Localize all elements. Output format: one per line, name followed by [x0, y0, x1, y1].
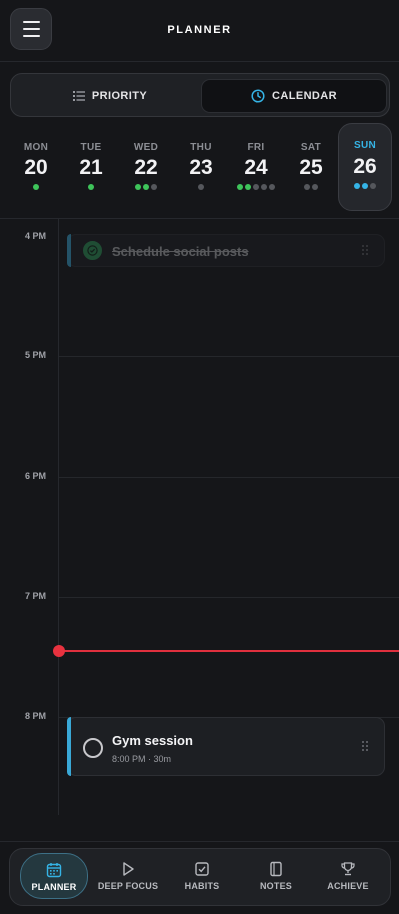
nav-achieve[interactable]: ACHIEVE [313, 849, 383, 905]
task-dot [135, 184, 141, 190]
nav-label: NOTES [259, 881, 292, 891]
page-title: PLANNER [167, 24, 232, 36]
task-dot [304, 184, 310, 190]
hour-row: 6 PM [0, 471, 399, 481]
day-tue[interactable]: TUE 21 [65, 124, 117, 214]
task-dot [88, 184, 94, 190]
clock-icon [251, 89, 265, 103]
nav-label: PLANNER [31, 882, 77, 892]
calendar-tab-label: CALENDAR [272, 90, 337, 102]
nav-deep-focus[interactable]: DEEP FOCUS [93, 849, 163, 905]
task-dots [120, 184, 172, 190]
task-dot [261, 184, 267, 190]
event-title: Schedule social posts [112, 244, 249, 259]
week-strip: MON 20 TUE 21 WED 22 THU 23 FRI 24 SAT 2… [0, 123, 399, 216]
task-dots [285, 184, 337, 190]
task-dot [245, 184, 251, 190]
play-icon [123, 862, 134, 876]
day-sun-selected[interactable]: SUN 26 [338, 123, 392, 211]
task-dot [33, 184, 39, 190]
task-dot [362, 183, 368, 189]
event-card[interactable]: Gym session 8:00 PM · 30m [67, 717, 385, 776]
hour-row: 5 PM [0, 350, 399, 360]
hour-row: 7 PM [0, 591, 399, 601]
nav-label: HABITS [184, 881, 220, 891]
drag-handle-icon[interactable] [362, 245, 370, 257]
current-time-dot [53, 645, 65, 657]
calendar-icon [46, 863, 62, 878]
bottom-nav: PLANNER DEEP FOCUS HABITS NOTES ACHIEVE [9, 848, 391, 906]
task-dot [198, 184, 204, 190]
priority-tab[interactable]: PRIORITY [17, 79, 203, 113]
task-dot [143, 184, 149, 190]
task-dots [175, 184, 227, 190]
app-header: PLANNER [0, 0, 399, 62]
divider [0, 841, 399, 842]
nav-habits[interactable]: HABITS [167, 849, 237, 905]
hour-label: 7 PM [24, 591, 46, 601]
event-card-completed[interactable]: Schedule social posts [67, 234, 385, 267]
nav-notes[interactable]: NOTES [241, 849, 311, 905]
complete-checkbox[interactable] [83, 738, 103, 758]
day-sat[interactable]: SAT 25 [285, 124, 337, 214]
drag-handle-icon[interactable] [362, 741, 370, 753]
nav-label: ACHIEVE [327, 881, 369, 891]
task-dot [253, 184, 259, 190]
completed-check-icon[interactable] [83, 241, 102, 260]
nav-label: DEEP FOCUS [97, 881, 159, 891]
checkbox-icon [195, 862, 209, 876]
day-wed[interactable]: WED 22 [120, 124, 172, 214]
view-toggle: PRIORITY CALENDAR [10, 73, 390, 117]
event-time: 8:00 PM · 30m [112, 754, 172, 764]
task-dot [312, 184, 318, 190]
task-dots [65, 184, 117, 190]
task-dot [237, 184, 243, 190]
list-icon [72, 91, 85, 101]
hour-label: 4 PM [24, 231, 46, 241]
hour-label: 8 PM [24, 711, 46, 721]
nav-planner[interactable]: PLANNER [20, 853, 88, 899]
day-timeline[interactable]: 4 PM 5 PM 6 PM 7 PM 8 PM Schedule social… [0, 219, 399, 819]
day-fri[interactable]: FRI 24 [230, 124, 282, 214]
task-dot [354, 183, 360, 189]
trophy-icon [341, 862, 355, 876]
priority-tab-label: PRIORITY [91, 90, 148, 102]
hour-label: 6 PM [24, 471, 46, 481]
task-dot [370, 183, 376, 189]
day-thu[interactable]: THU 23 [175, 124, 227, 214]
notebook-icon [270, 861, 282, 877]
hour-label: 5 PM [24, 350, 46, 360]
timeline-axis [58, 219, 59, 815]
day-mon[interactable]: MON 20 [10, 124, 62, 214]
current-time-line [59, 650, 399, 652]
task-dots [230, 184, 282, 190]
event-title: Gym session [112, 733, 193, 748]
task-dots [339, 183, 391, 189]
hamburger-icon [22, 21, 40, 23]
task-dots [10, 184, 62, 190]
task-dot [151, 184, 157, 190]
calendar-tab[interactable]: CALENDAR [201, 79, 387, 113]
task-dot [269, 184, 275, 190]
